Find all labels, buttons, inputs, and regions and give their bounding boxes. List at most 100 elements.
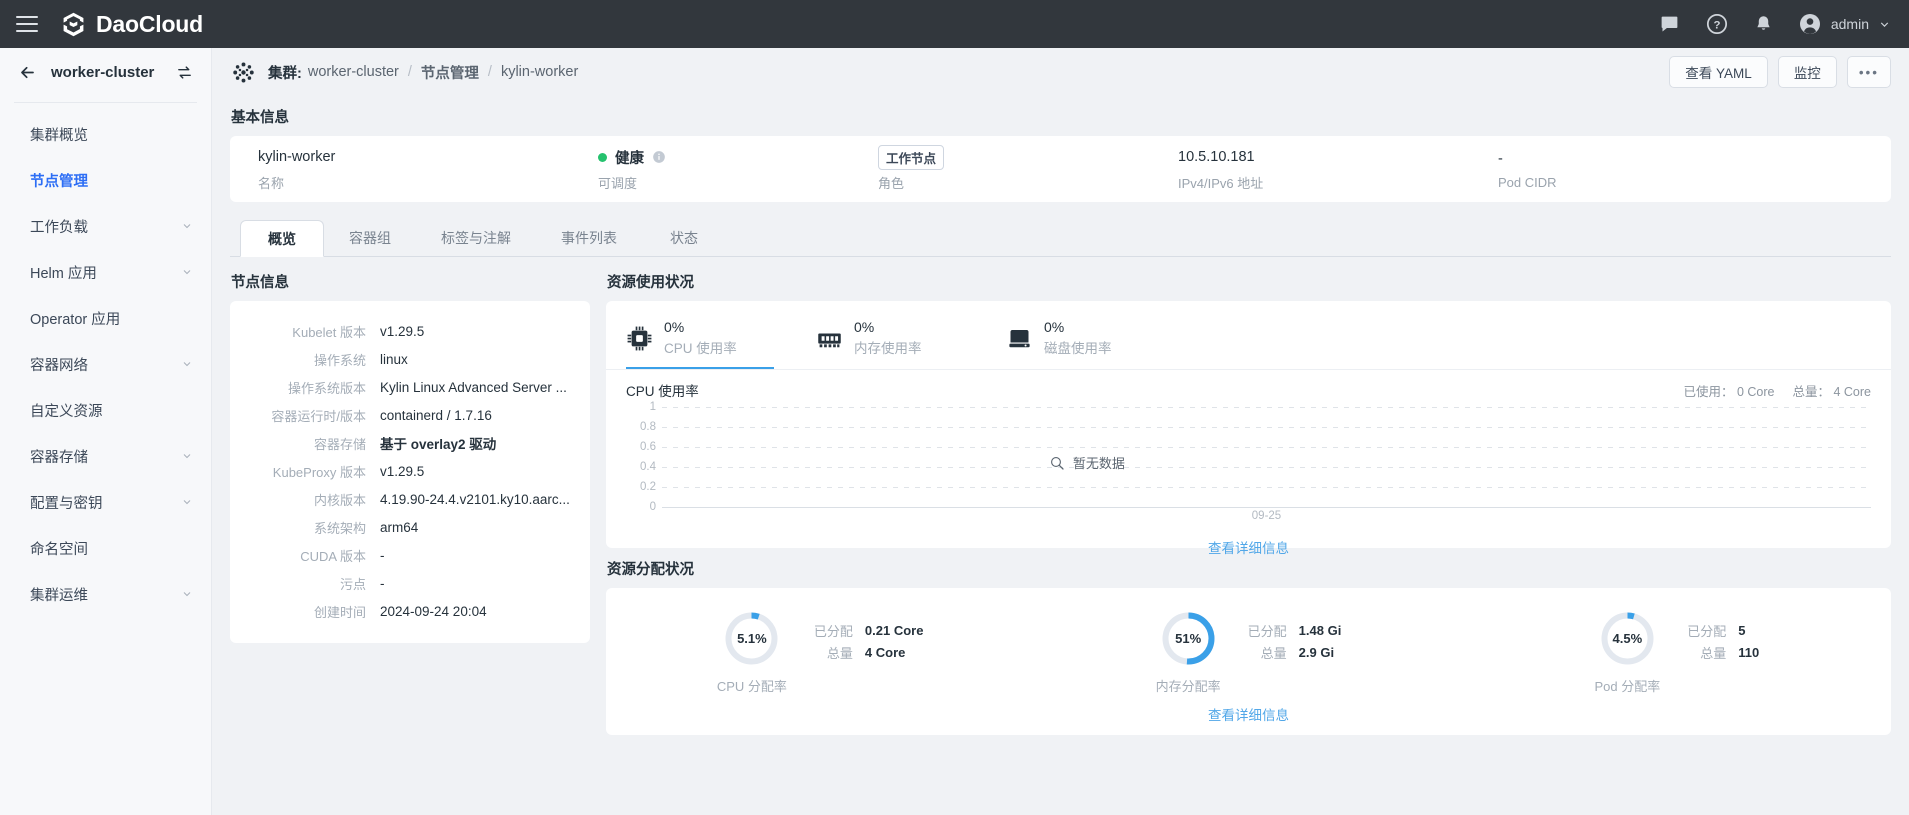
y-tick: 0.8 [640,421,656,433]
sidebar-item-label: 配置与密钥 [30,492,181,513]
node-info-key: 创建时间 [240,602,380,621]
node-info-value: 2024-09-24 20:04 [380,604,487,619]
legend-total-value: 4 Core [1833,385,1871,399]
pod-allocation-percent: 4.5% [1599,610,1656,667]
svg-text:?: ? [1713,20,1720,32]
more-actions-button[interactable]: ••• [1847,56,1891,88]
x-tick: 09-25 [662,510,1871,522]
legend-total-key: 总量： [1792,385,1830,399]
view-yaml-button[interactable]: 查看 YAML [1669,56,1768,88]
chart-gridlines: 暂无数据 09-25 [662,407,1871,507]
sidebar-item-config-and-secrets[interactable]: 配置与密钥 [0,479,211,525]
empty-state-text: 暂无数据 [1073,453,1125,472]
resource-column: 资源使用状况 [606,261,1891,735]
cpu-donut: 5.1% CPU 分配率 [717,610,787,695]
breadcrumb-bar: 集群: worker-cluster / 节点管理 / kylin-worker… [212,48,1909,96]
sidebar-item-node-management[interactable]: 节点管理 [0,157,211,203]
tab-overview[interactable]: 概览 [240,220,324,257]
hamburger-icon[interactable] [16,16,38,32]
pod-cidr-value: - [1498,148,1557,170]
breadcrumb-prefix: 集群: [268,62,302,83]
node-info-value: - [380,548,385,563]
feedback-icon[interactable] [1657,11,1683,37]
node-info-row: KubeProxy 版本 v1.29.5 [240,457,570,485]
cpu-allocation-caption: CPU 分配率 [717,676,787,695]
tab-pods[interactable]: 容器组 [324,219,416,256]
legend-used-value: 0 Core [1737,385,1775,399]
basic-info-field-name: kylin-worker 名称 [258,146,598,192]
sidebar-item-cluster-ops[interactable]: 集群运维 [0,571,211,617]
ip-value: 10.5.10.181 [1178,146,1498,168]
search-icon [1049,455,1065,471]
memory-usage-label: 内存使用率 [854,337,922,357]
stat-key: 总量 [1686,643,1738,662]
chevron-down-icon [181,220,193,232]
metric-tab-cpu[interactable]: 0% CPU 使用率 [626,315,816,369]
memory-allocation-caption: 内存分配率 [1156,676,1221,695]
sidebar-item-label: 集群运维 [30,584,181,605]
help-icon[interactable]: ? [1704,11,1730,37]
stat-key: 已分配 [813,621,865,640]
breadcrumb-section-link[interactable]: 节点管理 [421,62,479,83]
cpu-usage-percent: 0% [664,319,737,335]
y-tick: 0.6 [640,441,656,453]
node-info-row: 容器存储 基于 overlay2 驱动 [240,429,570,457]
metric-tab-memory[interactable]: 0% 内存使用率 [816,315,1006,369]
stat-value: 5 [1738,623,1745,638]
node-info-key: 容器存储 [240,434,380,453]
pod-donut-chart: 4.5% [1599,610,1656,667]
memory-usage-percent: 0% [854,319,922,335]
metric-tab-disk[interactable]: 0% 磁盘使用率 [1006,315,1196,369]
tab-events[interactable]: 事件列表 [536,219,642,256]
pod-allocation-caption: Pod 分配率 [1594,676,1660,695]
stat-value: 1.48 Gi [1299,623,1342,638]
stat-value: 110 [1738,645,1759,660]
gridline [662,407,1871,408]
node-info-key: 操作系统版本 [240,378,380,397]
usage-detail-link[interactable]: 查看详细信息 [626,537,1871,557]
allocation-detail-link[interactable]: 查看详细信息 [606,704,1891,724]
node-info-value: linux [380,352,408,367]
cpu-allocation-stats: 已分配 0.21 Core 总量 4 Core [813,610,924,663]
sidebar-item-label: 容器存储 [30,446,181,467]
back-arrow-icon[interactable] [18,63,37,82]
breadcrumb-cluster-link[interactable]: worker-cluster [308,64,399,80]
detail-tabs: 概览 容器组 标签与注解 事件列表 状态 [230,219,1891,257]
notification-icon[interactable] [1751,11,1777,37]
node-info-value: Kylin Linux Advanced Server ... [380,380,567,395]
sidebar-item-container-storage[interactable]: 容器存储 [0,433,211,479]
cpu-icon [626,325,653,352]
memory-allocation-stats: 已分配 1.48 Gi 总量 2.9 Gi [1247,610,1342,663]
sidebar-item-helm-apps[interactable]: Helm 应用 [0,249,211,295]
user-menu[interactable]: admin [1798,12,1891,36]
sidebar-item-namespaces[interactable]: 命名空间 [0,525,211,571]
brand-logo[interactable]: DaoCloud [60,11,203,38]
sidebar-item-operator-apps[interactable]: Operator 应用 [0,295,211,341]
sidebar-item-workloads[interactable]: 工作负载 [0,203,211,249]
chevron-down-icon [181,358,193,370]
basic-info-card: kylin-worker 名称 健康 可调度 工作节点 角色 10.5.10.1… [230,136,1891,202]
tab-labels-annotations[interactable]: 标签与注解 [416,219,536,256]
sidebar-item-container-network[interactable]: 容器网络 [0,341,211,387]
username-label: admin [1831,16,1869,32]
chart-title: CPU 使用率 [626,380,699,400]
stat-key: 已分配 [1247,621,1299,640]
gridline [662,427,1871,428]
node-info-key: 污点 [240,574,380,593]
info-icon[interactable] [652,150,666,164]
sidebar-item-cluster-overview[interactable]: 集群概览 [0,111,211,157]
tab-status[interactable]: 状态 [642,219,726,256]
node-info-value: v1.29.5 [380,464,424,479]
node-info-row: Kubelet 版本 v1.29.5 [240,317,570,345]
pod-cidr-label: Pod CIDR [1498,175,1557,190]
resource-usage-card: 0% CPU 使用率 [606,301,1891,548]
metric-tabs: 0% CPU 使用率 [626,315,1871,369]
stat-row: 总量 4 Core [813,641,924,663]
stat-value: 4 Core [865,645,905,660]
monitor-button[interactable]: 监控 [1778,56,1837,88]
legend-used: 已使用： 0 Core [1683,381,1774,400]
stat-row: 总量 2.9 Gi [1247,641,1342,663]
switch-cluster-icon[interactable] [176,64,193,81]
node-name-label: 名称 [258,173,598,192]
sidebar-item-custom-resources[interactable]: 自定义资源 [0,387,211,433]
